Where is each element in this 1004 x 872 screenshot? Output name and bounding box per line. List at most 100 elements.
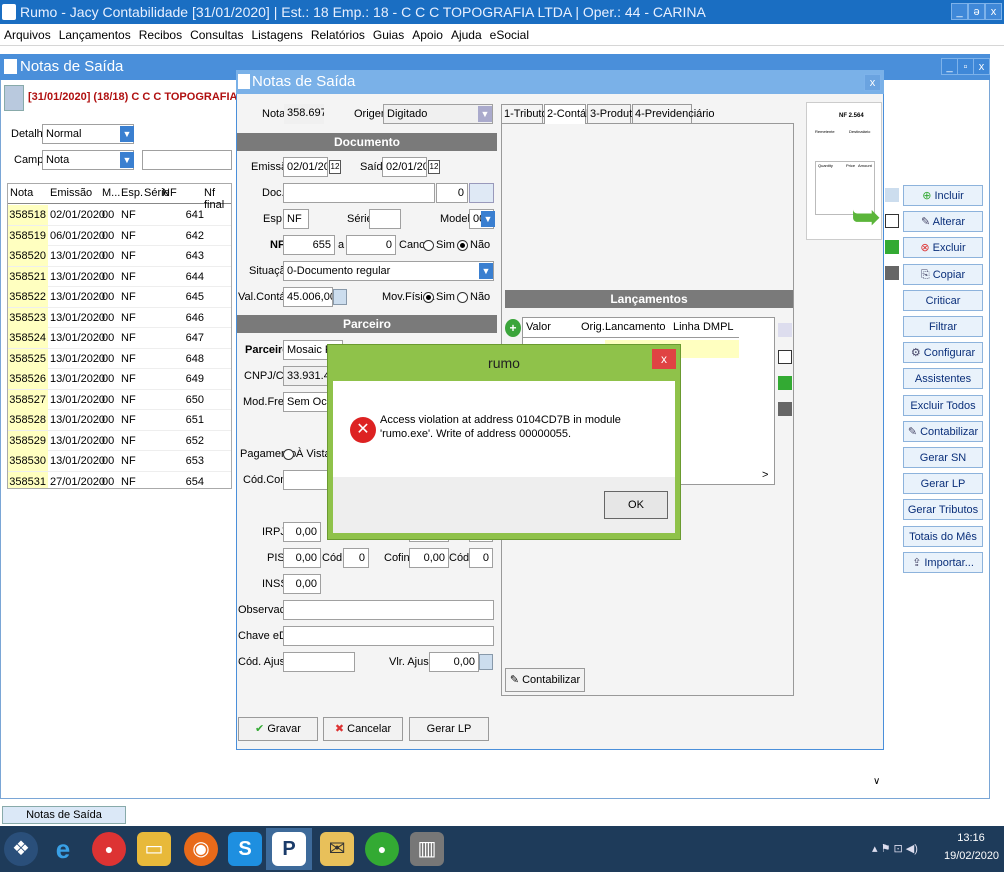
table-row[interactable]: 358522 13/01/2020 00 NF 645 [8,287,231,308]
edit-icon[interactable] [778,323,792,337]
scroll-down-icon[interactable]: ∨ [873,776,885,792]
action-excluir-todos-button[interactable]: Excluir Todos [903,394,983,416]
action-configurar-button[interactable]: ⚙ Configurar [903,342,983,364]
menu-item-1[interactable]: Lançamentos [55,24,135,46]
delete-icon[interactable] [778,402,792,416]
action-alterar-button[interactable]: ✎ Alterar [903,211,983,233]
folder-icon[interactable]: ▭ [137,832,171,866]
movfisica-sim-radio[interactable]: Sim [423,287,455,307]
vlrajuste-field[interactable]: 0,00 [429,652,479,672]
grid-header-5[interactable]: NF [162,187,177,199]
table-row[interactable]: 358519 06/01/2020 00 NF 642 [8,225,231,246]
observacao-field[interactable] [283,600,494,620]
tab-2[interactable]: 3-Produtos [587,104,644,124]
gravar-button[interactable]: ✔ Gravar [238,717,318,741]
table-row[interactable]: 358531 27/01/2020 00 NF 654 [8,471,231,488]
table-row[interactable]: 358524 13/01/2020 00 NF 647 [8,328,231,349]
emissao-field[interactable]: 02/01/2020 [283,157,328,177]
grid-header-0[interactable]: Nota [10,187,33,199]
inss-field[interactable]: 0,00 [283,574,321,594]
lanc-header-3[interactable]: Linha DMPL [673,321,734,333]
menu-item-2[interactable]: Recibos [135,24,186,46]
chevron-down-icon[interactable]: ▼ [120,152,134,168]
edit-icon[interactable] [885,188,899,202]
table-row[interactable]: 358530 13/01/2020 00 NF 653 [8,451,231,472]
saida-field[interactable]: 02/01/2020 [382,157,427,177]
table-row[interactable]: 358520 13/01/2020 00 NF 643 [8,246,231,267]
grid-icon[interactable] [885,214,899,228]
tab-0[interactable]: 1-Tributos [501,104,553,124]
origem-select[interactable]: Digitado [383,104,493,124]
gerarlp-form-button[interactable]: Gerar LP [409,717,489,741]
action-filtrar-button[interactable]: Filtrar [903,316,983,337]
menu-item-8[interactable]: Ajuda [447,24,486,46]
nf-field[interactable]: 655 [283,235,335,255]
chrome-icon[interactable]: ● [365,832,399,866]
action-assistentes-button[interactable]: Assistentes [903,368,983,390]
irpj-field[interactable]: 0,00 [283,522,321,542]
calculator-icon[interactable] [479,654,493,670]
menu-item-9[interactable]: eSocial [486,24,533,46]
chevron-down-icon[interactable]: ▼ [120,126,134,142]
firefox-icon[interactable]: ◉ [184,832,218,866]
serie-field[interactable] [369,209,401,229]
doc-field[interactable] [283,183,435,203]
table-row[interactable]: 358529 13/01/2020 00 NF 652 [8,430,231,451]
menu-item-4[interactable]: Listagens [247,24,306,46]
action-gerar-tributos-button[interactable]: Gerar Tributos [903,499,983,521]
error-close-icon[interactable]: x [652,349,676,369]
close-icon[interactable]: x [985,3,1002,20]
action-totais-do-m-s-button[interactable]: Totais do Mês [903,525,983,547]
mdi-restore-icon[interactable]: ▫ [957,58,974,75]
scroll-right-icon[interactable]: > [762,469,776,483]
system-tray[interactable]: ▴ ⚑ ⊡ ◀) [872,842,918,855]
action-excluir-button[interactable]: ⊗ Excluir [903,237,983,259]
pis-cod-field[interactable]: 0 [343,548,369,568]
cofins-field[interactable]: 0,00 [409,548,449,568]
table-row[interactable]: 358527 13/01/2020 00 NF 650 [8,389,231,410]
calculator-icon[interactable] [333,289,347,305]
canc-nao-radio[interactable]: Não [457,235,490,255]
tab-1[interactable]: 2-Contábil [544,104,597,124]
doc-number-field[interactable]: 0 [436,183,468,203]
lanc-header-0[interactable]: Valor [526,321,551,333]
action-incluir-button[interactable]: ⊕ Incluir [903,185,983,206]
grid-header-1[interactable]: Emissão [50,187,92,199]
codajuste-field[interactable] [283,652,355,672]
action-importar-button[interactable]: ⇪ Importar... [903,551,983,573]
search-input[interactable] [142,150,232,170]
action-copiar-button[interactable]: ⎘ Copiar [903,263,983,285]
menu-item-6[interactable]: Guias [369,24,408,46]
rumo-taskbar-icon[interactable]: P [272,832,306,866]
chevron-down-icon[interactable]: ▼ [481,211,495,227]
grid-header-3[interactable]: Esp. [121,187,143,199]
esp-field[interactable]: NF [283,209,309,229]
add-icon[interactable]: + [505,319,521,337]
chevron-down-icon[interactable]: ▼ [478,106,492,122]
table-row[interactable]: 358523 13/01/2020 00 NF 646 [8,307,231,328]
table-row[interactable]: 358518 02/01/2020 00 NF 641 [8,205,231,226]
table-row[interactable]: 358528 13/01/2020 00 NF 651 [8,410,231,431]
action-gerar-lp-button[interactable]: Gerar LP [903,473,983,495]
nf-final-field[interactable]: 0 [346,235,396,255]
calendar-icon[interactable]: 12 [329,160,341,174]
ok-button[interactable]: OK [604,491,668,519]
restore-icon[interactable]: ə [968,3,985,20]
chrome-icon[interactable]: ● [92,832,126,866]
action-contabilizar-button[interactable]: ✎ Contabilizar [903,420,983,442]
notas-saida-taskbutton[interactable]: Notas de Saída [2,806,126,824]
action-criticar-button[interactable]: Criticar [903,289,983,311]
mdi-minimize-icon[interactable]: _ [941,58,958,75]
pis-field[interactable]: 0,00 [283,548,321,568]
menu-item-3[interactable]: Consultas [186,24,247,46]
archive-icon[interactable]: ▥ [410,832,444,866]
search-doc-icon[interactable] [469,183,494,203]
start-icon[interactable]: ❖ [4,832,38,866]
grid-header-2[interactable]: M... [102,187,120,199]
cancelar-button[interactable]: ✖ Cancelar [323,717,403,741]
chevron-down-icon[interactable]: ▼ [479,263,493,279]
minimize-icon[interactable]: _ [951,3,968,20]
menu-item-0[interactable]: Arquivos [0,24,55,46]
menu-item-5[interactable]: Relatórios [307,24,369,46]
skype-icon[interactable]: S [228,832,262,866]
